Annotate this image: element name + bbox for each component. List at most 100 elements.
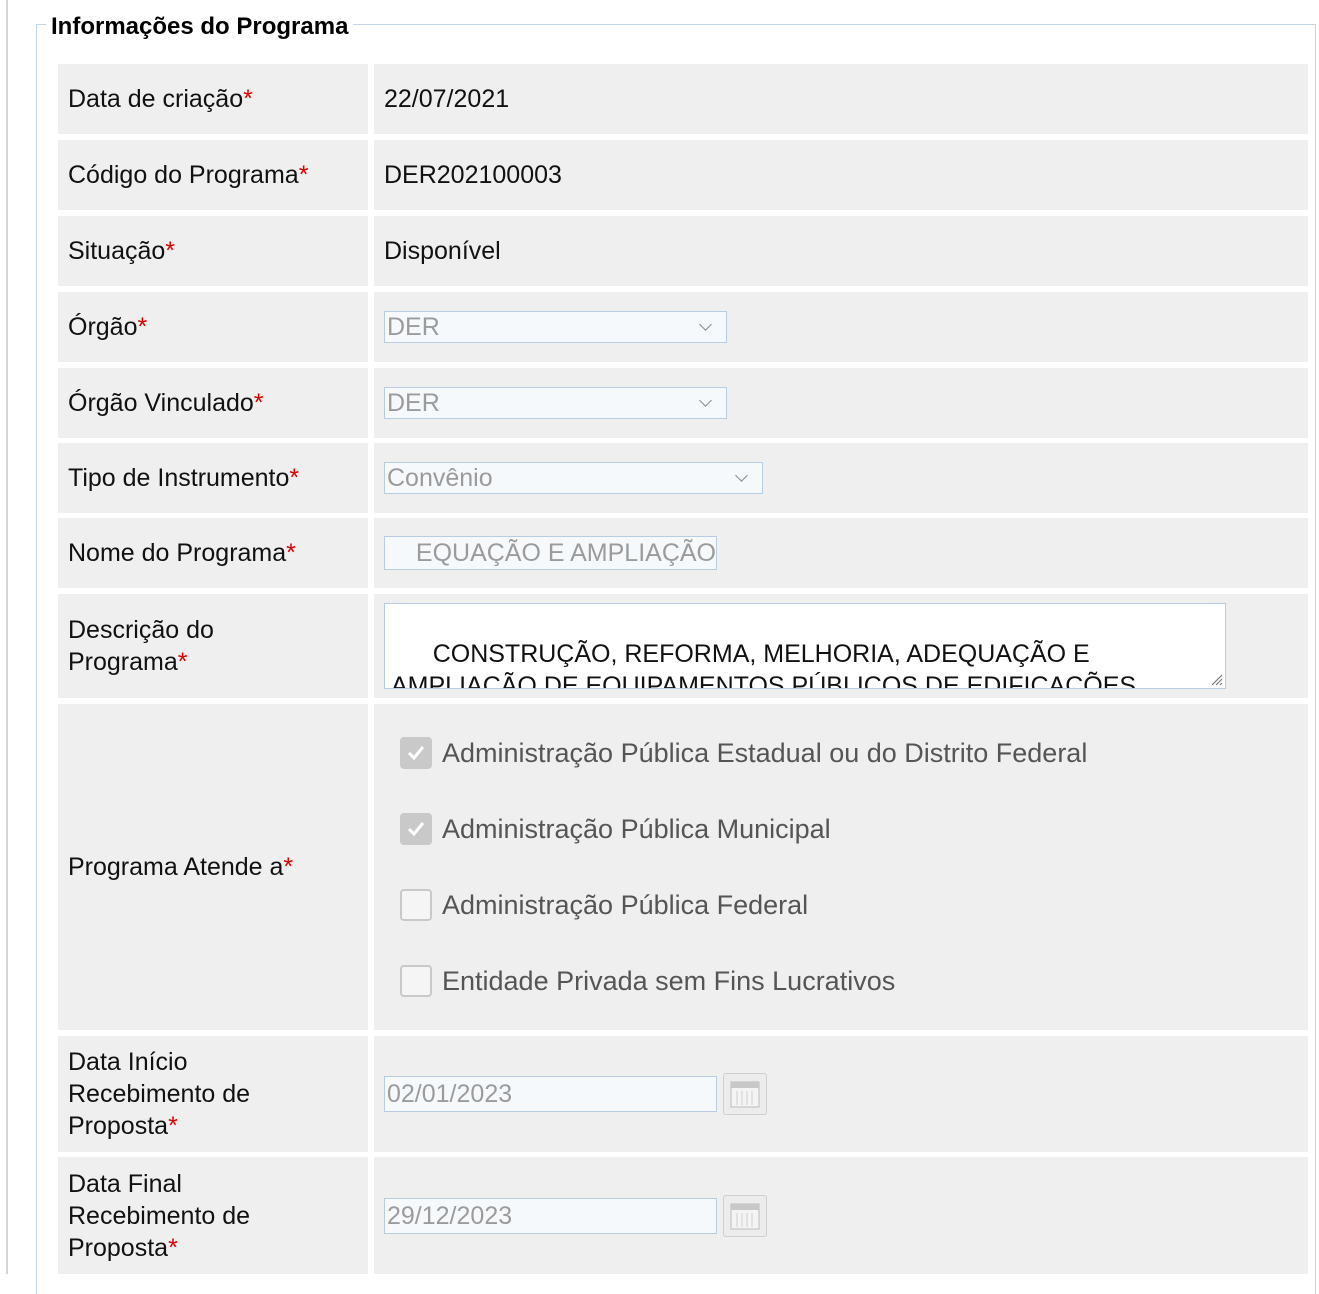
codigo-value: DER202100003 <box>384 160 562 189</box>
required-mark: * <box>286 539 296 567</box>
field-label: Programa Atende a <box>68 853 284 881</box>
row-data-final: Data Final Recebimento de Proposta* 29/1… <box>58 1157 1308 1274</box>
required-mark: * <box>298 161 309 189</box>
required-mark: * <box>283 853 294 881</box>
value-cell: 02/01/2023 <box>374 1036 1308 1152</box>
value-cell: CONSTRUÇÃO, REFORMA, MELHORIA, ADEQUAÇÃO… <box>374 594 1308 698</box>
required-mark: * <box>243 85 253 113</box>
orgao-select[interactable]: DER <box>384 311 727 343</box>
label-cell: Tipo de Instrumento * <box>58 443 368 513</box>
row-programa-atende: Programa Atende a * Administração Pública… <box>58 704 1308 1030</box>
value-cell: EQUAÇÃO E AMPLIAÇÃO <box>374 518 1308 588</box>
orgao-select-value: DER <box>387 313 440 341</box>
field-label: Nome do Programa <box>68 539 287 567</box>
checkbox-label: Administração Pública Municipal <box>442 813 831 844</box>
label-cell: Nome do Programa * <box>58 518 368 588</box>
value-cell: 29/12/2023 <box>374 1157 1308 1274</box>
tipo-instrumento-select-value: Convênio <box>387 464 493 492</box>
calendar-icon[interactable] <box>723 1194 767 1237</box>
required-mark: * <box>137 313 148 341</box>
left-border <box>6 0 8 1274</box>
chevron-down-icon <box>735 469 748 482</box>
required-mark: * <box>165 237 176 265</box>
field-label-line: Recebimento de <box>68 1201 251 1230</box>
data-final-input[interactable]: 29/12/2023 <box>384 1197 717 1234</box>
row-nome-programa: Nome do Programa * EQUAÇÃO E AMPLIAÇÃO <box>58 518 1308 588</box>
value-cell: Convênio <box>374 443 1308 513</box>
row-orgao: Órgão * DER <box>58 292 1308 362</box>
field-label-line: Descrição do <box>68 616 214 644</box>
calendar-icon[interactable] <box>723 1073 767 1115</box>
checkbox[interactable] <box>400 965 432 997</box>
label-cell: Órgão Vinculado * <box>58 368 368 438</box>
value-cell: DER202100003 <box>374 140 1308 210</box>
tipo-instrumento-select[interactable]: Convênio <box>384 462 763 494</box>
chevron-down-icon <box>699 394 712 407</box>
checkbox-option-entidade-privada[interactable]: Entidade Privada sem Fins Lucrativos <box>400 943 1087 1019</box>
field-label-line: Proposta <box>68 1112 169 1140</box>
row-situacao: Situação * Disponível <box>58 216 1308 286</box>
data-final-value: 29/12/2023 <box>387 1201 513 1230</box>
checkbox-option-estadual[interactable]: Administração Pública Estadual ou do Dis… <box>400 715 1087 791</box>
required-mark: * <box>253 389 264 417</box>
label-cell: Data Final Recebimento de Proposta* <box>58 1157 368 1274</box>
label-cell: Órgão * <box>58 292 368 362</box>
label-cell: Data de criação * <box>58 64 368 134</box>
orgao-vinculado-select-value: DER <box>387 389 440 417</box>
checkbox-option-municipal[interactable]: Administração Pública Municipal <box>400 791 1087 867</box>
row-orgao-vinculado: Órgão Vinculado * DER <box>58 368 1308 438</box>
label-cell: Situação * <box>58 216 368 286</box>
checkbox[interactable] <box>400 813 432 845</box>
row-data-criacao: Data de criação * 22/07/2021 <box>58 64 1308 134</box>
nome-programa-input[interactable]: EQUAÇÃO E AMPLIAÇÃO <box>384 536 717 570</box>
field-label: Órgão Vinculado <box>68 389 254 417</box>
atende-checkbox-group: Administração Pública Estadual ou do Dis… <box>384 715 1087 1019</box>
checkbox-label: Administração Pública Estadual ou do Dis… <box>442 737 1088 768</box>
required-mark: * <box>168 1233 178 1262</box>
value-cell: Administração Pública Estadual ou do Dis… <box>374 704 1308 1030</box>
descricao-value: CONSTRUÇÃO, REFORMA, MELHORIA, ADEQUAÇÃO… <box>391 640 1144 689</box>
value-cell: DER <box>374 368 1308 438</box>
required-mark: * <box>177 648 188 676</box>
field-label-line: Programa <box>68 648 178 676</box>
check-icon <box>407 746 425 761</box>
checkbox[interactable] <box>400 889 432 921</box>
field-label-line: Data Início <box>68 1048 188 1076</box>
value-cell: Disponível <box>374 216 1308 286</box>
field-label: Tipo de Instrumento <box>68 464 290 492</box>
situacao-value: Disponível <box>384 236 501 265</box>
field-label-line: Recebimento de <box>68 1080 251 1108</box>
chevron-down-icon <box>699 318 712 331</box>
data-inicio-value: 02/01/2023 <box>387 1080 513 1108</box>
fieldset-legend: Informações do Programa <box>46 12 354 42</box>
label-cell: Descrição do Programa* <box>58 594 368 698</box>
label-cell: Código do Programa * <box>58 140 368 210</box>
value-cell: 22/07/2021 <box>374 64 1308 134</box>
data-criacao-value: 22/07/2021 <box>384 84 510 113</box>
field-label-line: Proposta <box>68 1233 169 1262</box>
label-cell: Data Início Recebimento de Proposta* <box>58 1036 368 1152</box>
row-data-inicio: Data Início Recebimento de Proposta* 02/… <box>58 1036 1308 1152</box>
field-label: Código do Programa <box>68 161 299 189</box>
label-cell: Programa Atende a * <box>58 704 368 1030</box>
data-inicio-input[interactable]: 02/01/2023 <box>384 1076 717 1112</box>
checkbox-option-federal[interactable]: Administração Pública Federal <box>400 867 1087 943</box>
checkbox[interactable] <box>400 737 432 769</box>
field-label: Órgão <box>68 313 138 341</box>
check-icon <box>407 822 425 837</box>
row-codigo: Código do Programa * DER202100003 <box>58 140 1308 210</box>
orgao-vinculado-select[interactable]: DER <box>384 387 727 419</box>
resize-grip-icon[interactable] <box>1209 672 1223 686</box>
checkbox-label: Administração Pública Federal <box>442 889 809 920</box>
required-mark: * <box>168 1112 178 1140</box>
nome-programa-value: EQUAÇÃO E AMPLIAÇÃO <box>415 539 716 567</box>
row-tipo-instrumento: Tipo de Instrumento * Convênio <box>58 443 1308 513</box>
row-descricao: Descrição do Programa* CONSTRUÇÃO, REFOR… <box>58 594 1308 698</box>
value-cell: DER <box>374 292 1308 362</box>
field-label: Situação <box>68 237 166 265</box>
descricao-textarea[interactable]: CONSTRUÇÃO, REFORMA, MELHORIA, ADEQUAÇÃO… <box>384 603 1226 689</box>
field-label: Data de criação <box>68 85 244 113</box>
required-mark: * <box>289 464 300 492</box>
checkbox-label: Entidade Privada sem Fins Lucrativos <box>442 965 896 996</box>
field-label-line: Data Final <box>68 1169 182 1198</box>
